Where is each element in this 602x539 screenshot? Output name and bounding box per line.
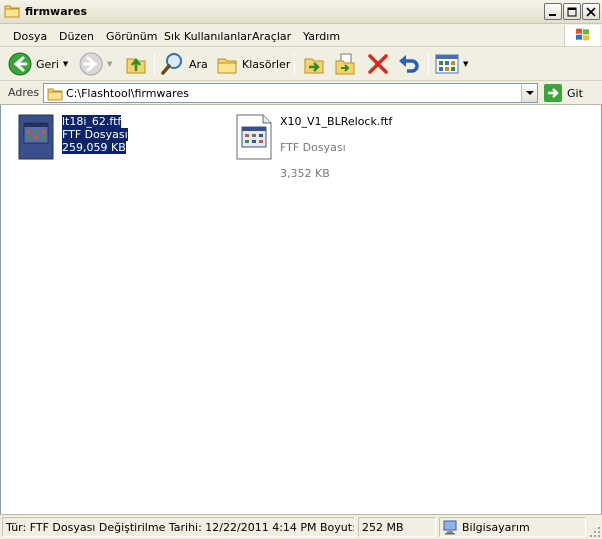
- move-to-folder-icon: [304, 58, 324, 74]
- search-button[interactable]: Ara: [161, 51, 208, 77]
- search-icon: [161, 53, 182, 75]
- copy-to-button[interactable]: [333, 51, 357, 77]
- my-computer-icon: [443, 520, 457, 535]
- status-size: 252 MB: [358, 517, 436, 537]
- close-icon: [586, 7, 596, 17]
- file-name: lt18i_62.ftf: [62, 115, 122, 128]
- address-dropdown-button[interactable]: [521, 84, 537, 102]
- file-item-lt18i[interactable]: lt18i_62.ftf FTF Dosyası 259,059 KB: [15, 113, 165, 165]
- back-button[interactable]: Geri ▼: [8, 51, 68, 77]
- folder-icon: [47, 88, 63, 101]
- file-type: FTF Dosyası: [280, 141, 346, 154]
- toolbar-separator: [294, 53, 295, 75]
- address-label: Adres: [8, 86, 40, 99]
- address-path: C:\Flashtool\firmwares: [66, 87, 189, 100]
- go-button[interactable]: Git: [544, 83, 583, 103]
- undo-button[interactable]: [397, 51, 421, 77]
- forward-button[interactable]: ▼: [79, 51, 112, 77]
- up-folder-icon: [126, 57, 146, 74]
- file-name: X10_V1_BLRelock.ftf: [280, 115, 393, 128]
- copy-to-folder-icon: [335, 53, 355, 75]
- address-input[interactable]: C:\Flashtool\firmwares: [43, 83, 538, 103]
- folder-icon: [4, 5, 20, 18]
- move-to-button[interactable]: [302, 51, 326, 77]
- menu-tools[interactable]: Araçlar: [252, 30, 291, 43]
- views-button[interactable]: ▼: [435, 51, 468, 77]
- menu-file[interactable]: Dosya: [13, 30, 47, 43]
- windows-flag-icon: [576, 28, 589, 41]
- menu-help[interactable]: Yardım: [303, 30, 340, 43]
- toolbar: Geri ▼ ▼ Ara Klasörler ▼: [0, 47, 602, 81]
- ftf-file-icon: [236, 114, 272, 160]
- delete-x-icon: [368, 54, 388, 74]
- minimize-icon: [549, 14, 556, 16]
- undo-icon: [399, 55, 419, 73]
- status-info: Tür: FTF Dosyası Değiştirilme Tarihi: 12…: [2, 517, 355, 537]
- file-list-pane[interactable]: lt18i_62.ftf FTF Dosyası 259,059 KB X10_…: [0, 105, 602, 514]
- resize-grip-icon[interactable]: [589, 526, 601, 538]
- status-location: Bilgisayarım: [439, 517, 586, 537]
- menu-view[interactable]: Görünüm: [106, 30, 157, 43]
- folders-icon: [217, 58, 237, 74]
- file-item-x10-blrelock[interactable]: X10_V1_BLRelock.ftf FTF Dosyası 3,352 KB: [233, 113, 433, 180]
- address-bar: Adres C:\Flashtool\firmwares Git: [0, 81, 602, 105]
- status-bar: Tür: FTF Dosyası Değiştirilme Tarihi: 12…: [0, 514, 602, 539]
- maximize-button[interactable]: [563, 3, 581, 20]
- back-dropdown-icon[interactable]: ▼: [63, 60, 68, 68]
- toolbar-separator: [154, 53, 155, 75]
- close-button[interactable]: [582, 3, 600, 20]
- window-title: firmwares: [25, 5, 88, 18]
- minimize-button[interactable]: [544, 3, 562, 20]
- forward-dropdown-icon[interactable]: ▼: [107, 60, 112, 68]
- folders-button[interactable]: Klasörler: [216, 51, 290, 77]
- windows-logo: [564, 25, 600, 46]
- menu-edit[interactable]: Düzen: [59, 30, 94, 43]
- file-type: FTF Dosyası: [62, 128, 128, 141]
- toolbar-separator: [428, 53, 429, 75]
- title-bar[interactable]: firmwares: [0, 0, 602, 24]
- maximize-icon: [567, 7, 577, 17]
- go-arrow-icon: [544, 84, 562, 102]
- back-arrow-icon: [8, 52, 32, 76]
- file-size: 259,059 KB: [62, 141, 126, 154]
- status-location-label: Bilgisayarım: [462, 521, 530, 534]
- views-icon: [435, 54, 459, 74]
- forward-arrow-icon: [79, 52, 103, 76]
- views-dropdown-icon[interactable]: ▼: [463, 60, 468, 68]
- menu-favorites[interactable]: Sık Kullanılanlar: [164, 30, 252, 43]
- up-folder-button[interactable]: [125, 51, 147, 77]
- file-size: 3,352 KB: [280, 167, 330, 180]
- menu-bar: Dosya Düzen Görünüm Sık Kullanılanlar Ar…: [0, 24, 602, 47]
- ftf-file-icon: [18, 114, 54, 160]
- delete-button[interactable]: [366, 51, 390, 77]
